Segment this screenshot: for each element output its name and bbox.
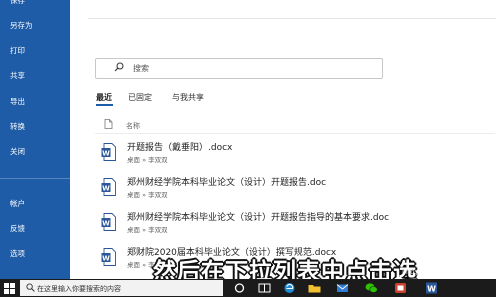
watermark: jingyan.baidu.com xyxy=(402,268,467,276)
sidebar-item-close[interactable]: 关闭 xyxy=(10,147,25,157)
file-explorer-icon[interactable] xyxy=(308,282,321,294)
file-header-icon xyxy=(104,119,113,129)
sidebar-divider xyxy=(0,178,70,179)
edge-icon[interactable] xyxy=(283,282,296,294)
file-row[interactable]: W 开题报告（戴垂阳）.docx 桌面 » 李双双 xyxy=(95,137,495,170)
app-icon[interactable] xyxy=(394,282,407,294)
sidebar-item-share[interactable]: 共享 xyxy=(10,71,25,81)
svg-text:W: W xyxy=(102,254,110,262)
file-row[interactable]: W 郑州财经学院本科毕业论文（设计）开题报告指导的基本要求.doc 桌面 » 李… xyxy=(95,207,495,240)
word-docx-icon: W xyxy=(101,248,116,266)
tab-recent[interactable]: 最近 xyxy=(96,92,112,103)
file-path: 桌面 » 李双双 xyxy=(127,191,168,199)
divider xyxy=(88,18,496,19)
taskview-grid-icon[interactable] xyxy=(258,282,271,294)
sidebar-item-feedback[interactable]: 反馈 xyxy=(10,224,25,234)
sidebar-item-export[interactable]: 导出 xyxy=(10,97,25,107)
sidebar: 保存 另存为 打印 共享 导出 转换 关闭 帐户 反馈 选项 xyxy=(0,0,70,279)
file-name: 开题报告（戴垂阳）.docx xyxy=(127,143,233,153)
taskbar-search-input[interactable]: 在这里输入你要搜索的内容 xyxy=(20,280,223,296)
word-docx-icon: W xyxy=(101,143,116,161)
file-row[interactable]: W 郑州财经学院本科毕业论文（设计）开题报告.doc 桌面 » 李双双 xyxy=(95,172,495,205)
sidebar-item-save-as[interactable]: 另存为 xyxy=(10,21,33,31)
task-view-icon[interactable] xyxy=(233,282,246,294)
sidebar-item-account[interactable]: 帐户 xyxy=(10,199,25,209)
search-placeholder: 搜索 xyxy=(133,64,149,73)
column-header-name[interactable]: 名称 xyxy=(126,121,140,131)
windows-start-icon[interactable] xyxy=(4,283,15,294)
file-path: 桌面 » 李双双 xyxy=(127,226,168,234)
taskbar-search-placeholder: 在这里输入你要搜索的内容 xyxy=(37,285,121,293)
sidebar-item-convert[interactable]: 转换 xyxy=(10,122,25,132)
word-doc-icon: W xyxy=(101,178,116,196)
search-icon xyxy=(26,283,35,292)
taskbar: 在这里输入你要搜索的内容 W xyxy=(0,279,496,297)
word-doc-icon: W xyxy=(101,213,116,231)
divider xyxy=(95,133,495,134)
sidebar-item-print[interactable]: 打印 xyxy=(10,46,25,56)
file-name: 郑州财经学院本科毕业论文（设计）开题报告.doc xyxy=(127,178,327,188)
word-taskbar-icon[interactable]: W xyxy=(425,282,438,294)
active-tab-indicator xyxy=(96,104,113,106)
tab-pinned[interactable]: 已固定 xyxy=(128,92,152,103)
sidebar-item-options[interactable]: 选项 xyxy=(10,249,25,259)
sidebar-item-save[interactable]: 保存 xyxy=(10,0,25,6)
wechat-icon[interactable] xyxy=(365,282,378,294)
file-name: 郑州财经学院本科毕业论文（设计）开题报告指导的基本要求.doc xyxy=(127,213,390,223)
svg-text:W: W xyxy=(102,184,110,192)
svg-text:W: W xyxy=(427,284,436,293)
svg-text:W: W xyxy=(102,219,110,227)
tab-shared-with-me[interactable]: 与我共享 xyxy=(172,92,204,103)
svg-text:W: W xyxy=(102,149,110,157)
file-path: 桌面 » 李双双 xyxy=(127,156,168,164)
mail-icon[interactable] xyxy=(336,282,349,294)
search-icon xyxy=(114,62,124,72)
